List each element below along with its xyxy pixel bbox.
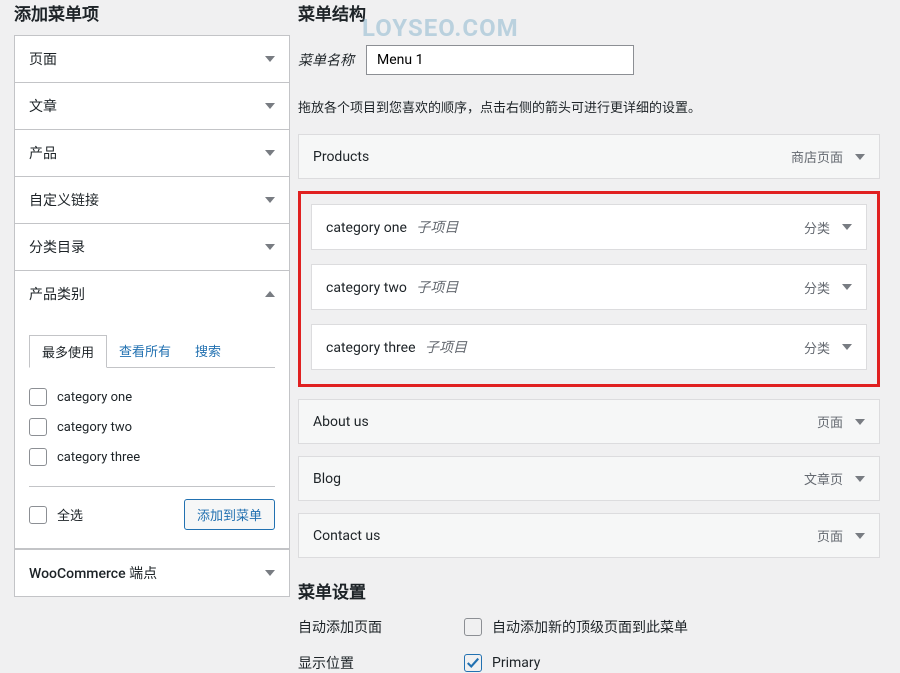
sub-item-label: 子项目 xyxy=(416,220,458,236)
menu-item-label: category one xyxy=(326,220,407,236)
chevron-down-icon xyxy=(265,570,275,576)
sub-item-label: 子项目 xyxy=(425,340,467,356)
display-location-value: Primary xyxy=(492,655,540,671)
tab-most-used[interactable]: 最多使用 xyxy=(29,335,107,368)
auto-add-desc: 自动添加新的顶级页面到此菜单 xyxy=(492,617,688,637)
menu-item-category-one[interactable]: category one 子项目 分类 xyxy=(311,204,867,250)
menu-item-type: 页面 xyxy=(817,526,843,545)
sidebar-accordion-container: 页面 文章 产品 自定义链接 分类目录 产品类别 最多使用 查看所有 搜索 xyxy=(14,35,290,597)
accordion-product-cat-body: 最多使用 查看所有 搜索 category one category two c… xyxy=(15,335,289,549)
display-location-checkbox-row[interactable]: Primary xyxy=(464,654,540,672)
accordion-category[interactable]: 分类目录 xyxy=(15,224,289,271)
accordion-woocommerce[interactable]: WooCommerce 端点 xyxy=(15,549,289,596)
menu-item-category-two[interactable]: category two 子项目 分类 xyxy=(311,264,867,310)
chevron-down-icon xyxy=(842,284,852,290)
select-all-label: 全选 xyxy=(57,505,83,524)
chevron-down-icon xyxy=(855,154,865,160)
menu-item-label: Blog xyxy=(313,471,341,487)
chevron-up-icon xyxy=(265,291,275,297)
accordion-category-label: 分类目录 xyxy=(29,237,85,257)
accordion-page-label: 页面 xyxy=(29,49,57,69)
menu-item-type: 分类 xyxy=(804,218,830,237)
accordion-post[interactable]: 文章 xyxy=(15,83,289,130)
category-list: category one category two category three xyxy=(29,382,275,472)
chevron-down-icon xyxy=(855,476,865,482)
chevron-down-icon xyxy=(265,150,275,156)
menu-item-type: 页面 xyxy=(817,412,843,431)
sidebar-title: 添加菜单项 xyxy=(14,0,290,25)
chevron-down-icon xyxy=(855,533,865,539)
category-label: category one xyxy=(57,390,132,405)
tab-search[interactable]: 搜索 xyxy=(183,335,233,367)
menu-item-type: 分类 xyxy=(804,338,830,357)
accordion-product[interactable]: 产品 xyxy=(15,130,289,177)
checkbox-checked-icon[interactable] xyxy=(464,654,482,672)
chevron-down-icon xyxy=(842,344,852,350)
accordion-page[interactable]: 页面 xyxy=(15,36,289,83)
category-row-two[interactable]: category two xyxy=(29,412,275,442)
checkbox-icon[interactable] xyxy=(29,418,47,436)
accordion-product-label: 产品 xyxy=(29,143,57,163)
select-all-row[interactable]: 全选 xyxy=(29,505,83,524)
menu-item-about[interactable]: About us 页面 xyxy=(298,399,880,444)
accordion-product-cat-label: 产品类别 xyxy=(29,284,85,304)
main-title: 菜单结构 xyxy=(298,0,880,25)
display-location-label: 显示位置 xyxy=(298,653,464,673)
category-row-one[interactable]: category one xyxy=(29,382,275,412)
menu-name-label: 菜单名称 xyxy=(298,50,354,70)
accordion-post-label: 文章 xyxy=(29,96,57,116)
tabs: 最多使用 查看所有 搜索 xyxy=(29,335,275,368)
add-to-menu-button[interactable]: 添加到菜单 xyxy=(184,499,275,530)
chevron-down-icon xyxy=(842,224,852,230)
category-row-three[interactable]: category three xyxy=(29,442,275,472)
settings-title: 菜单设置 xyxy=(298,578,880,603)
chevron-down-icon xyxy=(265,244,275,250)
menu-item-type: 商店页面 xyxy=(791,147,843,166)
auto-add-checkbox-row[interactable]: 自动添加新的顶级页面到此菜单 xyxy=(464,617,688,637)
checkbox-icon[interactable] xyxy=(29,388,47,406)
menu-item-products[interactable]: Products 商店页面 xyxy=(298,134,880,179)
chevron-down-icon xyxy=(265,103,275,109)
checkbox-icon[interactable] xyxy=(29,448,47,466)
menu-name-input[interactable] xyxy=(366,45,634,75)
category-label: category three xyxy=(57,450,140,465)
accordion-custom-link[interactable]: 自定义链接 xyxy=(15,177,289,224)
chevron-down-icon xyxy=(265,197,275,203)
accordion-woocommerce-label: WooCommerce 端点 xyxy=(29,563,157,583)
sub-item-label: 子项目 xyxy=(416,280,458,296)
menu-item-label: category two xyxy=(326,280,407,296)
chevron-down-icon xyxy=(265,56,275,62)
accordion-product-cat[interactable]: 产品类别 xyxy=(15,271,289,317)
auto-add-label: 自动添加页面 xyxy=(298,617,464,637)
menu-item-label: Contact us xyxy=(313,528,380,544)
checkbox-icon[interactable] xyxy=(464,618,482,636)
chevron-down-icon xyxy=(855,419,865,425)
menu-item-type: 文章页 xyxy=(804,469,843,488)
menu-item-label: About us xyxy=(313,414,369,430)
checkbox-icon[interactable] xyxy=(29,506,47,524)
menu-item-contact[interactable]: Contact us 页面 xyxy=(298,513,880,558)
highlight-box: category one 子项目 分类 category two 子项目 分类 xyxy=(298,191,880,387)
menu-item-label: Products xyxy=(313,149,369,165)
menu-item-label: category three xyxy=(326,340,416,356)
menu-item-blog[interactable]: Blog 文章页 xyxy=(298,456,880,501)
category-label: category two xyxy=(57,420,132,435)
description-text: 拖放各个项目到您喜欢的顺序，点击右侧的箭头可进行更详细的设置。 xyxy=(298,97,880,116)
menu-item-type: 分类 xyxy=(804,278,830,297)
menu-item-category-three[interactable]: category three 子项目 分类 xyxy=(311,324,867,370)
tab-view-all[interactable]: 查看所有 xyxy=(107,335,183,367)
accordion-custom-link-label: 自定义链接 xyxy=(29,190,99,210)
